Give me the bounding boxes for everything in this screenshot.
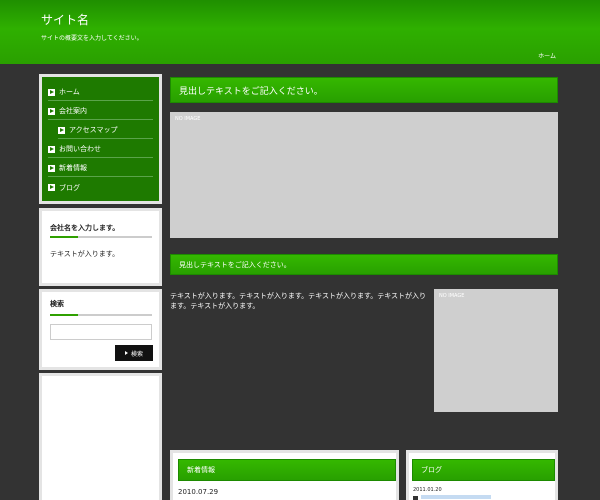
image-placeholder-1: NO IMAGE (170, 112, 558, 238)
no-image-label: NO IMAGE (439, 293, 465, 299)
search-button[interactable]: 検索 (115, 345, 153, 361)
search-box-title: 検索 (50, 300, 64, 308)
sidebar-item-contact[interactable]: お問い合わせ (48, 141, 153, 158)
site-title[interactable]: サイト名 (41, 11, 89, 28)
search-button-label: 検索 (130, 351, 143, 358)
sidebar-item-access-map[interactable]: アクセスマップ (58, 122, 153, 139)
sidebar-item-label: 新着情報 (59, 164, 87, 172)
arrow-right-icon (58, 126, 65, 134)
sidebar-item-blog[interactable]: ブログ (48, 179, 153, 196)
company-box-title: 会社名を入力します。 (50, 224, 120, 232)
sidebar-nav: ホーム 会社案内 アクセスマップ お問い合わせ 新着情報 ブログ (39, 74, 162, 204)
company-box: 会社名を入力します。 テキストが入ります。 (39, 208, 162, 286)
news-date: 2010.07.29 (178, 488, 219, 496)
image-placeholder-2: NO IMAGE (434, 289, 558, 412)
sidebar-item-home[interactable]: ホーム (48, 84, 153, 101)
site-description: サイトの概要文を入力してください。 (41, 35, 143, 42)
divider (50, 314, 152, 316)
blog-heading: ブログ (412, 459, 555, 481)
main-heading-2: 見出しテキストをご記入ください。 (170, 254, 558, 275)
sidebar-item-label: 会社案内 (59, 107, 87, 115)
sidebar-item-news[interactable]: 新着情報 (48, 160, 153, 177)
main-body-text: テキストが入ります。テキストが入ります。テキストが入ります。テキストが入ります。… (170, 292, 427, 310)
arrow-right-icon (48, 164, 55, 172)
main-heading-2-text: 見出しテキストをご記入ください。 (179, 260, 291, 269)
blog-box: ブログ 2011.01.20 (406, 450, 558, 500)
search-input[interactable] (50, 324, 152, 340)
divider (50, 236, 152, 238)
no-image-label: NO IMAGE (175, 116, 201, 122)
sidebar-empty-panel (39, 373, 162, 500)
main-heading-1-text: 見出しテキストをご記入ください。 (179, 86, 323, 97)
blog-entry-link[interactable] (421, 495, 491, 499)
news-heading-text: 新着情報 (187, 466, 215, 474)
sidebar-item-label: アクセスマップ (69, 126, 118, 134)
arrow-right-icon (48, 107, 55, 115)
sidebar-item-label: ブログ (59, 183, 80, 192)
bullet-icon (413, 496, 418, 500)
blog-heading-text: ブログ (421, 466, 442, 474)
news-box: 新着情報 2010.07.29 (170, 450, 399, 500)
company-box-text: テキストが入ります。 (50, 250, 120, 258)
sidebar-item-label: ホーム (59, 88, 80, 96)
main-heading-1: 見出しテキストをご記入ください。 (170, 77, 558, 103)
arrow-right-icon (48, 184, 55, 191)
site-header: サイト名 サイトの概要文を入力してください。 ホーム (0, 0, 600, 64)
blog-date: 2011.01.20 (413, 487, 442, 493)
arrow-right-icon (124, 351, 128, 355)
header-home-link[interactable]: ホーム (538, 51, 556, 60)
sidebar-item-label: お問い合わせ (59, 145, 101, 153)
search-box: 検索 検索 (39, 289, 162, 370)
news-heading: 新着情報 (178, 459, 396, 481)
arrow-right-icon (48, 88, 55, 96)
arrow-right-icon (48, 145, 55, 153)
sidebar-item-company[interactable]: 会社案内 (48, 103, 153, 120)
